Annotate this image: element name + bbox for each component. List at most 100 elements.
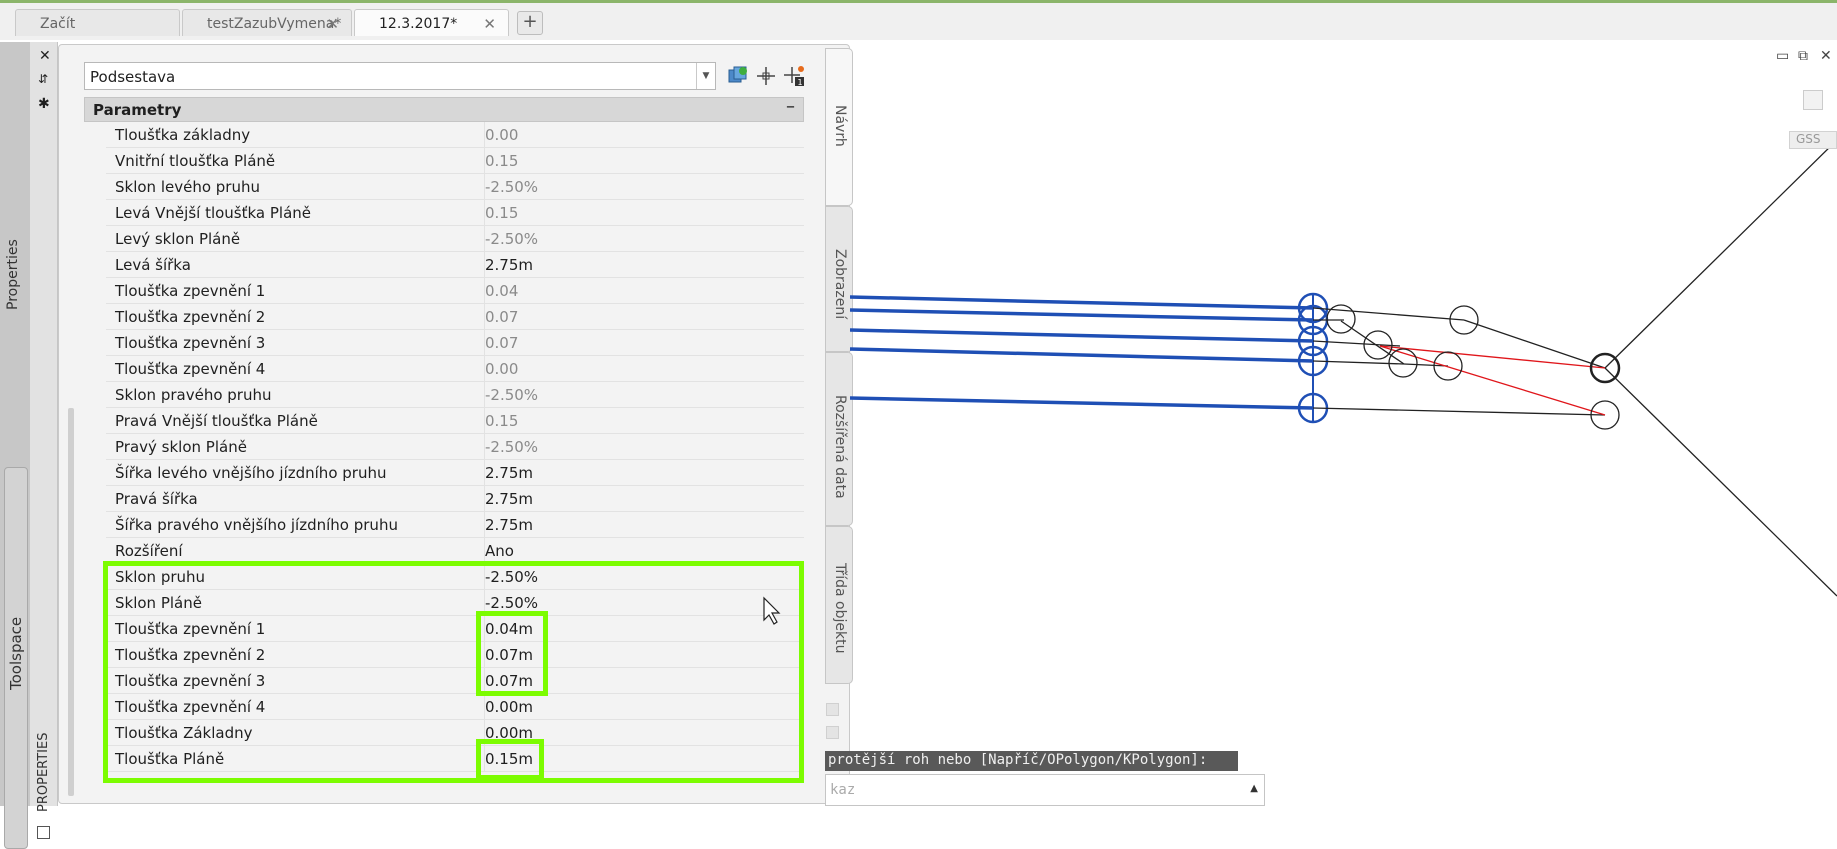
tab-rozsirena-data-label: Rozšířená data [832,395,848,499]
properties-side-label[interactable]: Properties [5,239,21,310]
collapse-icon[interactable]: – [786,96,795,117]
tab-label: Začít [40,16,76,32]
document-tab-bar: Začít testZazubVymena* ✕ 12.3.2017* ✕ + [0,0,1837,40]
property-value[interactable]: -2.50% [485,230,538,248]
close-tab-icon[interactable]: ✕ [483,15,496,33]
property-value[interactable]: 2.75m [485,490,533,508]
selected-line [850,328,1314,343]
close-viewport-icon[interactable]: ✕ [1820,48,1832,64]
property-row[interactable]: Sklon levého pruhu -2.50% [106,174,804,200]
drawing-canvas[interactable] [850,42,1837,806]
minimize-icon[interactable]: ▭ [1776,48,1789,64]
tab-navrh[interactable]: Návrh [825,48,853,206]
property-value[interactable]: 0.00 [485,126,518,144]
ucs-menu[interactable]: GSS [1789,131,1837,149]
tab-label: testZazubVymena* [207,16,342,32]
close-icon[interactable]: ✕ [39,48,51,64]
section-header-parametry[interactable]: Parametry – [84,96,804,122]
property-label: Rozšíření [115,542,183,560]
tab-trida-objektu-label: Třída objektu [832,563,848,654]
selected-line [850,295,1314,310]
pin-icon[interactable]: ⇵ [38,72,48,86]
tab-testzazubvymena[interactable]: testZazubVymena* ✕ [182,9,352,36]
link-line [1604,139,1837,369]
link-line [1604,367,1837,597]
property-grid-scrollbar[interactable] [68,408,74,796]
property-label: Vnitřní tloušťka Pláně [115,152,276,170]
property-row[interactable]: Šířka pravého vnějšího jízdního pruhu 2.7… [106,512,804,538]
ucs-label: GSS [1796,132,1821,146]
property-row[interactable]: Pravá Vnější tloušťka Pláně 0.15 [106,408,804,434]
command-input[interactable]: kaz ▲ [825,774,1265,806]
property-row[interactable]: Levá šířka 2.75m [106,252,804,278]
quick-select-icon[interactable] [726,64,750,88]
property-value[interactable]: 2.75m [485,256,533,274]
property-row[interactable]: Tloušťka zpevnění 1 0.04 [106,278,804,304]
property-row[interactable]: Vnitřní tloušťka Pláně 0.15 [106,148,804,174]
tab-navrh-label: Návrh [832,105,848,147]
command-prompt-text: protější roh nebo [Napříč/OPolygon/KPoly… [825,751,1238,771]
property-value[interactable]: -2.50% [485,178,538,196]
link-line [1312,307,1465,321]
property-row[interactable]: Levá Vnější tloušťka Pláně 0.15 [106,200,804,226]
property-label: Tloušťka zpevnění 2 [115,308,266,326]
property-value[interactable]: 0.15 [485,204,518,222]
property-label: Tloušťka zpevnění 1 [115,282,266,300]
palette-menu-icon[interactable] [37,826,50,839]
property-value[interactable]: 2.75m [485,516,533,534]
property-value[interactable]: Ano [485,542,514,560]
property-value[interactable]: -2.50% [485,386,538,404]
chevron-up-icon[interactable]: ▲ [1250,783,1258,794]
property-value[interactable]: 0.15 [485,152,518,170]
property-row[interactable]: Pravý sklon Pláně -2.50% [106,434,804,460]
property-row[interactable]: Tloušťka zpevnění 4 0.00 [106,356,804,382]
section-title: Parametry [93,101,182,119]
property-value[interactable]: 0.07 [485,334,518,352]
tab-trida-objektu[interactable]: Třída objektu [825,526,853,684]
settings-icon[interactable]: ✱ [38,96,50,112]
property-label: Tloušťka základny [115,126,251,144]
property-value[interactable]: -2.50% [485,438,538,456]
property-row[interactable]: Tloušťka základny 0.00 [106,122,804,148]
property-row[interactable]: Levý sklon Pláně -2.50% [106,226,804,252]
property-label: Levý sklon Pláně [115,230,241,248]
property-label: Šířka pravého vnějšího jízdního pruhu [115,516,398,534]
properties-side-strip: Properties Toolspace [0,42,30,849]
property-value[interactable]: 2.75m [485,464,533,482]
pickadd-icon[interactable]: 1 [782,64,806,88]
object-type-select[interactable]: Podsestava ▼ [84,62,716,90]
close-tab-icon[interactable]: ✕ [326,15,339,33]
command-close-icon[interactable] [826,703,839,716]
link-line [1312,407,1606,416]
property-value[interactable]: 0.04 [485,282,518,300]
viewcube-icon[interactable] [1803,90,1823,110]
highlight-box-plane [476,739,544,780]
tab-label: 12.3.2017* [379,16,458,32]
command-settings-icon[interactable] [826,726,839,739]
tab-rozsirena-data[interactable]: Rozšířená data [825,352,853,526]
property-value[interactable]: 0.07 [485,308,518,326]
new-tab-button[interactable]: + [517,11,543,35]
property-row[interactable]: Tloušťka zpevnění 3 0.07 [106,330,804,356]
restore-icon[interactable]: ⧉ [1798,48,1808,64]
property-row[interactable]: Pravá šířka 2.75m [106,486,804,512]
property-label: Levá Vnější tloušťka Pláně [115,204,312,222]
tab-12-3-2017[interactable]: 12.3.2017* ✕ [354,9,509,36]
property-row[interactable]: Sklon pravého pruhu -2.50% [106,382,804,408]
selected-line [850,308,1314,322]
tab-start[interactable]: Začít [15,9,180,36]
toolspace-tab[interactable]: Toolspace [4,467,28,849]
property-value[interactable]: 0.15 [485,412,518,430]
property-label: Pravá šířka [115,490,198,508]
property-label: Tloušťka zpevnění 4 [115,360,266,378]
property-label: Levá šířka [115,256,191,274]
chevron-down-icon[interactable]: ▼ [696,63,715,89]
tab-zobrazeni[interactable]: Zobrazení [825,206,853,352]
property-label: Pravý sklon Pláně [115,438,247,456]
property-row[interactable]: Tloušťka zpevnění 2 0.07 [106,304,804,330]
highlight-box-group [103,561,804,783]
property-row[interactable]: Šířka levého vnějšího jízdního pruhu 2.75… [106,460,804,486]
object-type-value: Podsestava [90,68,176,86]
property-value[interactable]: 0.00 [485,360,518,378]
select-objects-icon[interactable] [754,64,778,88]
